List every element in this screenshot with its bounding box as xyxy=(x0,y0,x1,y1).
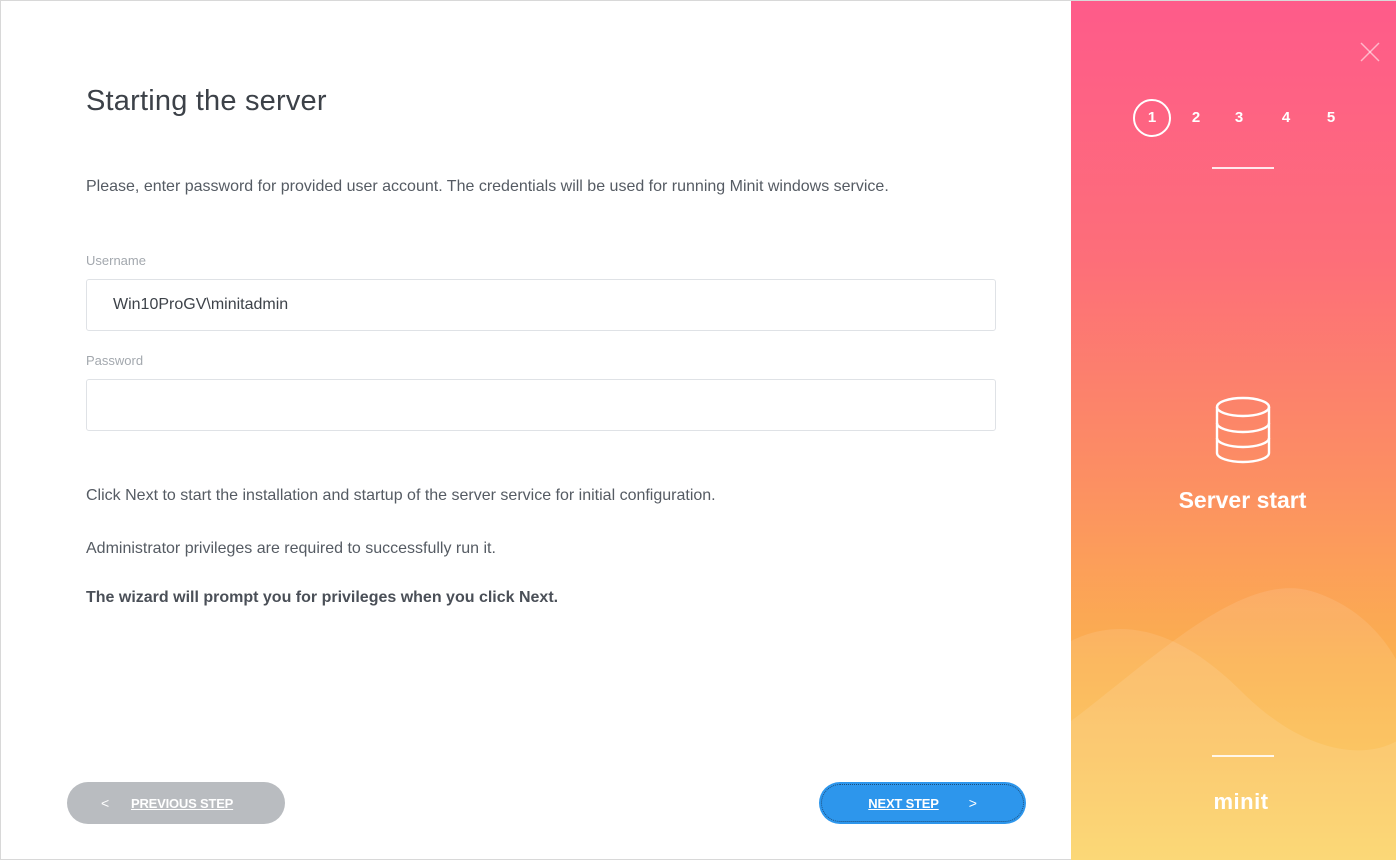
previous-step-label: PREVIOUS STEP xyxy=(130,795,234,811)
info-next-text: Click Next to start the installation and… xyxy=(86,487,716,504)
step-4: 4 xyxy=(1281,109,1291,126)
minit-logo: minit xyxy=(1213,789,1269,814)
step-indicator: 1 2 3 4 5 xyxy=(1071,98,1396,138)
section-title: Server start xyxy=(1178,487,1307,513)
page-title: Starting the server xyxy=(86,85,327,117)
next-step-label: NEXT STEP xyxy=(868,795,939,811)
username-field[interactable] xyxy=(86,279,996,331)
step-5: 5 xyxy=(1326,109,1336,126)
chevron-left-icon: < xyxy=(101,795,109,811)
password-field[interactable] xyxy=(86,379,996,431)
database-icon xyxy=(1215,396,1271,464)
intro-text: Please, enter password for provided user… xyxy=(86,178,889,195)
sidebar-divider-bottom xyxy=(1212,755,1274,757)
username-label: Username xyxy=(86,253,146,268)
info-prompt-text: The wizard will prompt you for privilege… xyxy=(86,589,559,606)
info-privileges-text: Administrator privileges are required to… xyxy=(86,540,496,557)
wizard-sidebar: 1 2 3 4 5 Server start minit xyxy=(1071,1,1396,860)
step-3: 3 xyxy=(1234,109,1244,126)
wizard-content: Starting the server Please, enter passwo… xyxy=(1,1,1071,860)
step-1: 1 xyxy=(1147,109,1157,126)
previous-step-button[interactable]: < PREVIOUS STEP xyxy=(67,782,285,824)
sidebar-divider-top xyxy=(1212,167,1274,169)
password-label: Password xyxy=(86,353,144,368)
next-step-button[interactable]: NEXT STEP > xyxy=(819,782,1026,824)
installer-window: Starting the server Please, enter passwo… xyxy=(0,0,1396,860)
step-2: 2 xyxy=(1191,109,1201,126)
chevron-right-icon: > xyxy=(968,795,977,811)
close-icon[interactable] xyxy=(1357,39,1383,65)
